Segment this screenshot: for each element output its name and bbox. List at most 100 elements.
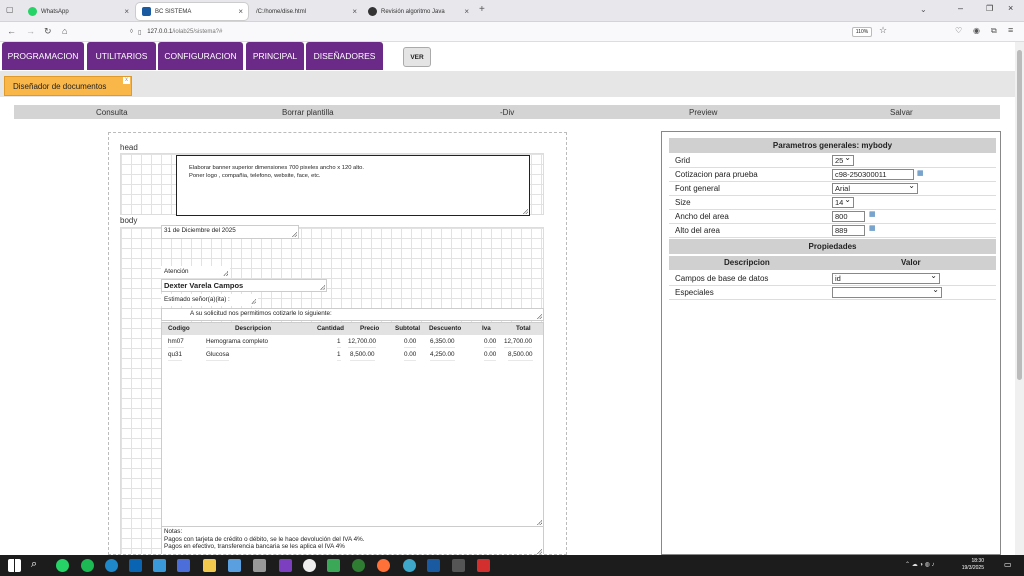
font-select[interactable]: Arial xyxy=(832,181,918,194)
tab-list-icon[interactable]: ⌄ xyxy=(920,5,927,14)
calculator-icon[interactable] xyxy=(452,559,465,572)
atencion-field[interactable]: Atención xyxy=(161,266,230,278)
document-designer-tab[interactable]: Diseñador de documentos x xyxy=(4,76,132,96)
resize-handle[interactable] xyxy=(223,271,228,276)
menu-configuracion[interactable]: CONFIGURACION xyxy=(158,42,243,70)
tab-overview-icon[interactable]: ▢ xyxy=(6,5,14,14)
resize-handle[interactable] xyxy=(537,520,542,525)
col-subtotal: Subtotal xyxy=(395,323,421,335)
grid-select[interactable]: 25 xyxy=(832,153,854,166)
ver-button[interactable]: VER xyxy=(403,47,431,67)
app-icon[interactable] xyxy=(303,559,316,572)
cell-subtotal: 0.00 xyxy=(404,349,417,361)
greeting-field[interactable]: Estimado señor(a)(ita) : xyxy=(161,294,258,306)
zoom-level[interactable]: 110% xyxy=(852,27,872,37)
minimize-icon[interactable]: – xyxy=(958,3,963,13)
close-tab-icon[interactable]: × xyxy=(464,7,469,16)
account-icon[interactable]: ◉ xyxy=(973,26,980,35)
close-tab-icon[interactable]: × xyxy=(238,7,243,16)
resize-handle[interactable] xyxy=(537,549,542,554)
app-icon[interactable] xyxy=(177,559,190,572)
reload-icon[interactable]: ↻ xyxy=(44,26,52,37)
app-icon[interactable] xyxy=(352,559,365,572)
resize-handle[interactable] xyxy=(537,314,542,319)
notifications-icon[interactable]: ▭ xyxy=(1004,560,1012,569)
div-button[interactable]: -Div xyxy=(500,108,514,117)
app-icon[interactable] xyxy=(228,559,241,572)
borrar-plantilla-button[interactable]: Borrar plantilla xyxy=(282,108,334,117)
whatsapp-icon[interactable] xyxy=(56,559,69,572)
tab-bc-sistema[interactable]: BC SISTEMA × xyxy=(136,3,248,20)
menu-programacion[interactable]: PROGRAMACION xyxy=(2,42,84,70)
windows-start-icon[interactable] xyxy=(8,559,21,572)
close-tab-icon[interactable]: × xyxy=(352,7,357,16)
client-field[interactable]: Dexter Varela Campos xyxy=(161,279,327,292)
alto-input[interactable]: 889 xyxy=(832,225,865,236)
menu-principal[interactable]: PRINCIPAL xyxy=(246,42,304,70)
io-icon[interactable] xyxy=(427,559,440,572)
size-select[interactable]: 14 xyxy=(832,195,854,208)
resize-handle[interactable] xyxy=(292,232,297,237)
pdf-icon[interactable] xyxy=(477,559,490,572)
picker-icon[interactable]: ▦ xyxy=(917,169,924,177)
resize-handle[interactable] xyxy=(523,209,528,214)
bookmark-star-icon[interactable]: ☆ xyxy=(879,25,887,36)
app-icon[interactable] xyxy=(253,559,266,572)
especiales-select[interactable] xyxy=(832,285,942,298)
app-icon[interactable] xyxy=(327,559,340,572)
cell-codigo: qu31 xyxy=(168,349,183,361)
menu-utilitarios[interactable]: UTILITARIOS xyxy=(87,42,156,70)
extensions-icon[interactable]: ⧉ xyxy=(991,26,997,36)
firefox-icon[interactable] xyxy=(377,559,390,572)
cotizacion-input[interactable]: c98-250300011 xyxy=(832,169,914,180)
salvar-button[interactable]: Salvar xyxy=(890,108,913,117)
consulta-button[interactable]: Consulta xyxy=(96,108,128,117)
preview-button[interactable]: Preview xyxy=(689,108,717,117)
resize-handle[interactable] xyxy=(251,299,256,304)
notes-field[interactable]: Notas: Pagos con tarjeta de crédito o dé… xyxy=(161,526,544,554)
page-info-icon[interactable]: ▯ xyxy=(138,29,141,36)
param-label: Alto del area xyxy=(675,226,720,235)
app-icon[interactable] xyxy=(403,559,416,572)
new-tab-icon[interactable]: + xyxy=(479,4,485,15)
system-tray-icons[interactable]: ⌃ ☁ ◑ ◍ ♪ xyxy=(905,561,935,568)
home-icon[interactable]: ⌂ xyxy=(62,26,67,36)
quote-table[interactable]: Codigo Descripcion Cantidad Precio Subto… xyxy=(161,322,544,527)
banner-line: Elaborar banner superior dimensiones 700… xyxy=(189,165,364,171)
forward-icon[interactable]: → xyxy=(26,26,35,36)
tab-dise-html[interactable]: /C:/home/dise.html × xyxy=(250,3,362,20)
menu-disenadores[interactable]: DISEÑADORES xyxy=(306,42,383,70)
search-icon[interactable]: ⌕ xyxy=(31,558,37,571)
pocket-icon[interactable]: ♡ xyxy=(955,26,962,35)
clock[interactable]: 18:30 19/3/2025 xyxy=(962,558,984,572)
close-tab-icon[interactable]: x xyxy=(123,77,130,84)
picker-icon[interactable]: ▦ xyxy=(869,210,876,218)
menu-icon[interactable]: ≡ xyxy=(1008,25,1013,35)
visual-studio-icon[interactable] xyxy=(279,559,292,572)
back-icon[interactable]: ← xyxy=(7,26,16,36)
scrollbar-thumb[interactable] xyxy=(1017,50,1022,380)
close-window-icon[interactable]: × xyxy=(1008,3,1013,13)
url-host: 127.0.0.1 xyxy=(147,29,173,35)
banner-placeholder[interactable]: Elaborar banner superior dimensiones 700… xyxy=(176,155,530,216)
file-explorer-icon[interactable] xyxy=(203,559,216,572)
picker-icon[interactable]: ▦ xyxy=(869,224,876,232)
prop-label: Campos de base de datos xyxy=(675,274,769,283)
tab-whatsapp[interactable]: WhatsApp × xyxy=(22,3,134,20)
cell-total: 12,700.00 xyxy=(504,336,533,348)
outlook-icon[interactable] xyxy=(129,559,142,572)
tab-revision[interactable]: Revisión algoritmo Java × xyxy=(362,3,474,20)
app-icon[interactable] xyxy=(153,559,166,572)
spotify-icon[interactable] xyxy=(81,559,94,572)
restore-icon[interactable]: ❐ xyxy=(986,4,993,13)
ancho-input[interactable]: 800 xyxy=(832,211,865,222)
col-descuento: Descuento xyxy=(429,323,462,335)
resize-handle[interactable] xyxy=(320,285,325,290)
page-scrollbar[interactable] xyxy=(1015,42,1024,555)
date-field[interactable]: 31 de Diciembre del 2025 xyxy=(161,225,299,239)
campos-select[interactable]: id xyxy=(832,271,940,284)
edge-icon[interactable] xyxy=(105,559,118,572)
url-bar[interactable]: ◊ ▯ 127.0.0.1/iolab25/sistema?# xyxy=(130,25,890,39)
close-tab-icon[interactable]: × xyxy=(124,7,129,16)
intro-field[interactable]: A su solicitud nos permitimos cotizarle … xyxy=(161,308,544,321)
